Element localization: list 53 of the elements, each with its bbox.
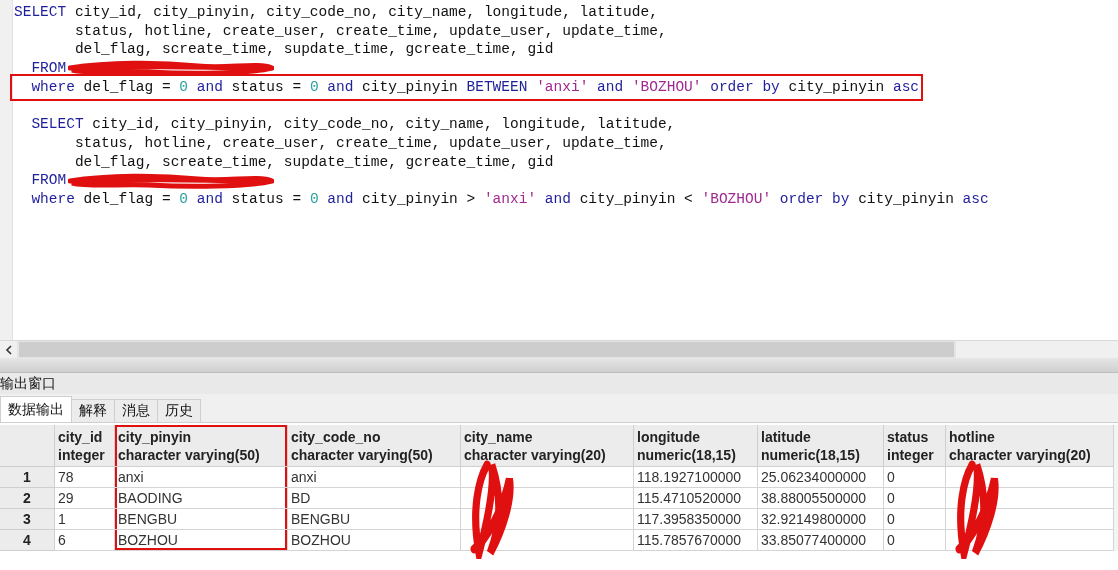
table-cell: 25.06234000000: [758, 467, 884, 488]
table-cell: 0: [884, 509, 946, 530]
column-header[interactable]: latitude numeric(18,15): [758, 425, 884, 467]
table-cell: 32.92149800000: [758, 509, 884, 530]
tab[interactable]: 消息: [114, 399, 158, 422]
table-cell: 118.1927100000: [634, 467, 758, 488]
table-cell: BENGBU: [115, 509, 288, 530]
row-number: 1: [0, 467, 55, 488]
column-header[interactable]: city_name character varying(20): [461, 425, 634, 467]
sql-line: status, hotline, create_user, create_time, update_user, update_time,: [73, 133, 667, 153]
table-cell: 0: [884, 488, 946, 509]
table-cell: 1: [55, 509, 115, 530]
table-cell: BAODING: [115, 488, 288, 509]
scroll-left-icon[interactable]: [0, 341, 17, 358]
table-cell: anxi: [288, 467, 461, 488]
table-cell: 115.7857670000: [634, 530, 758, 551]
table-cell: BENGBU: [288, 509, 461, 530]
sql-line: status, hotline, create_user, create_time, update_user, update_time,: [73, 21, 667, 41]
row-number: 3: [0, 509, 55, 530]
tab[interactable]: 历史: [157, 399, 201, 422]
column-header[interactable]: city_id integer: [55, 425, 115, 467]
scrollbar-thumb[interactable]: [19, 342, 954, 357]
column-header[interactable]: longitude numeric(18,15): [634, 425, 758, 467]
column-header[interactable]: hotline character varying(20): [946, 425, 1114, 467]
column-header[interactable]: city_pinyin character varying(50): [115, 425, 288, 467]
sql-line: FROM: [14, 59, 275, 78]
table-cell: 117.3958350000: [634, 509, 758, 530]
panel-title: 输出窗口: [0, 373, 1118, 394]
row-number: 2: [0, 488, 55, 509]
row-number: 4: [0, 530, 55, 551]
table-cell: BOZHOU: [115, 530, 288, 551]
table-cell: 0: [884, 467, 946, 488]
tab[interactable]: 解释: [71, 399, 115, 422]
table-cell: BOZHOU: [288, 530, 461, 551]
column-header[interactable]: city_code_no character varying(50): [288, 425, 461, 467]
table-cell: anxi: [115, 467, 288, 488]
table-cell: 115.4710520000: [634, 488, 758, 509]
table-cell: 0: [884, 530, 946, 551]
column-header[interactable]: status integer: [884, 425, 946, 467]
sql-line: FROM: [14, 171, 275, 190]
table-cell: BD: [288, 488, 461, 509]
sql-line: del_flag, screate_time, supdate_time, gcreate_time, gid: [73, 152, 554, 172]
header-corner: [0, 425, 55, 467]
sql-line: SELECT city_id, city_pinyin, city_code_no, city_name, longitude, latitude,: [30, 115, 676, 134]
table-cell: 78: [55, 467, 115, 488]
table-cell: 29: [55, 488, 115, 509]
sql-line: SELECT city_id, city_pinyin, city_code_no, city_name, longitude, latitude,: [14, 3, 658, 22]
tab[interactable]: 数据输出: [0, 396, 72, 422]
sql-line: del_flag, screate_time, supdate_time, gcreate_time, gid: [73, 40, 554, 60]
sql-line: where del_flag = 0 and status = 0 and city_pinyin > 'anxi' and city_pinyin < 'BOZHOU' order by city_pinyin asc: [30, 190, 989, 209]
table-cell: 38.88005500000: [758, 488, 884, 509]
table-cell: 33.85077400000: [758, 530, 884, 551]
table-cell: 6: [55, 530, 115, 551]
